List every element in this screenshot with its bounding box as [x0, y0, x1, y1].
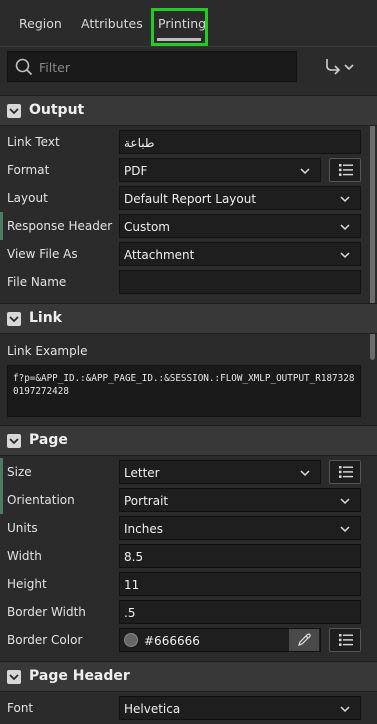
property-row-link-text: Link Text طباعة	[0, 128, 369, 156]
field-value: طباعة	[124, 136, 155, 150]
property-row-border-width: Border Width .5	[0, 598, 369, 626]
link-example-textarea[interactable]: f?p=&APP_ID.:&APP_PAGE_ID.:&SESSION.:FLO…	[7, 365, 361, 417]
property-row-format: Format PDF	[0, 156, 369, 184]
field-value: 8.5	[124, 550, 144, 564]
chevron-down-icon	[7, 312, 21, 326]
chevron-down-icon	[340, 252, 350, 259]
property-row-size: Size Letter	[0, 458, 369, 486]
size-list-button[interactable]	[329, 460, 361, 484]
field-value: PDF	[124, 164, 148, 178]
property-label: Size	[7, 465, 32, 479]
size-select[interactable]: Letter	[119, 460, 321, 484]
color-picker-button[interactable]	[289, 629, 319, 651]
response-header-select[interactable]: Custom	[119, 214, 361, 238]
go-to-group-button[interactable]	[322, 57, 358, 77]
border-color-input[interactable]: #666666	[119, 628, 321, 652]
section-output-header[interactable]: Output	[0, 95, 377, 126]
field-value: Letter	[124, 466, 160, 480]
property-label: Height	[7, 577, 47, 591]
height-input[interactable]: 11	[119, 572, 361, 596]
chevron-down-icon	[300, 470, 310, 477]
filter-input[interactable]: Filter	[7, 51, 297, 82]
filter-placeholder: Filter	[39, 60, 70, 75]
border-width-input[interactable]: .5	[119, 600, 361, 624]
font-select[interactable]: Helvetica	[119, 696, 361, 720]
field-value: Inches	[124, 522, 163, 536]
active-tab-indicator	[157, 38, 201, 41]
property-label: Font	[7, 701, 34, 715]
property-row-file-name: File Name	[0, 268, 369, 296]
chevron-down-icon	[7, 670, 21, 684]
property-label: Orientation	[7, 493, 75, 507]
list-icon	[339, 466, 353, 478]
property-label: Border Color	[7, 633, 83, 647]
format-select[interactable]: PDF	[119, 158, 321, 182]
chevron-down-icon	[300, 168, 310, 175]
field-value: Default Report Layout	[124, 192, 257, 206]
file-name-input[interactable]	[119, 270, 361, 294]
layout-select[interactable]: Default Report Layout	[119, 186, 361, 210]
color-swatch	[124, 633, 138, 647]
field-value: .5	[124, 606, 136, 620]
go-to-group-icon	[326, 59, 354, 75]
orientation-select[interactable]: Portrait	[119, 488, 361, 512]
section-title: Output	[29, 102, 85, 118]
units-select[interactable]: Inches	[119, 516, 361, 540]
property-label: Width	[7, 549, 42, 563]
property-label: Format	[7, 163, 50, 177]
field-value: #666666	[144, 634, 200, 648]
filter-bar: Filter	[0, 47, 377, 89]
property-label: Layout	[7, 191, 48, 205]
field-value: Helvetica	[124, 702, 181, 716]
property-row-orientation: Orientation Portrait	[0, 486, 369, 514]
property-label: Response Header	[7, 219, 113, 233]
tab-attributes[interactable]: Attributes	[81, 16, 143, 31]
format-list-button[interactable]	[329, 158, 361, 182]
property-row-layout: Layout Default Report Layout	[0, 184, 369, 212]
chevron-down-icon	[340, 498, 350, 505]
property-label: Link Example	[7, 344, 88, 358]
section-page-header[interactable]: Page	[0, 425, 377, 456]
chevron-down-icon	[7, 104, 21, 118]
view-file-as-select[interactable]: Attachment	[119, 242, 361, 266]
tab-region[interactable]: Region	[19, 16, 62, 31]
section-title: Page Header	[29, 668, 130, 684]
property-label: Link Text	[7, 135, 60, 149]
property-row-response-header: Response Header Custom	[0, 212, 369, 240]
property-row-font: Font Helvetica	[0, 694, 369, 722]
link-text-input[interactable]: طباعة	[119, 130, 361, 154]
property-label: File Name	[7, 275, 67, 289]
field-value: Attachment	[124, 248, 195, 262]
section-title: Page	[29, 432, 68, 448]
chevron-down-icon	[340, 706, 350, 713]
section-link-header[interactable]: Link	[0, 303, 377, 334]
search-icon	[15, 58, 33, 76]
chevron-down-icon	[340, 196, 350, 203]
property-row-view-file-as: View File As Attachment	[0, 240, 369, 268]
border-color-list-button[interactable]	[329, 628, 361, 652]
field-value: 11	[124, 578, 140, 592]
property-label: View File As	[7, 247, 78, 261]
property-row-height: Height 11	[0, 570, 369, 598]
property-row-width: Width 8.5	[0, 542, 369, 570]
property-label: Units	[7, 521, 38, 535]
section-page-header-header[interactable]: Page Header	[0, 661, 377, 692]
chevron-down-icon	[7, 434, 21, 448]
chevron-down-icon	[340, 224, 350, 231]
chevron-down-icon	[340, 526, 350, 533]
field-value: Portrait	[124, 494, 169, 508]
section-title: Link	[29, 310, 62, 326]
list-icon	[339, 164, 353, 176]
list-icon	[339, 634, 353, 646]
field-value: Custom	[124, 220, 170, 234]
eyedropper-icon	[298, 633, 311, 646]
property-row-border-color: Border Color #666666	[0, 626, 369, 654]
property-label: Border Width	[7, 605, 86, 619]
width-input[interactable]: 8.5	[119, 544, 361, 568]
property-row-link-example: Link Example	[0, 337, 369, 365]
tab-bar: Region Attributes Printing	[0, 0, 377, 47]
property-row-units: Units Inches	[0, 514, 369, 542]
